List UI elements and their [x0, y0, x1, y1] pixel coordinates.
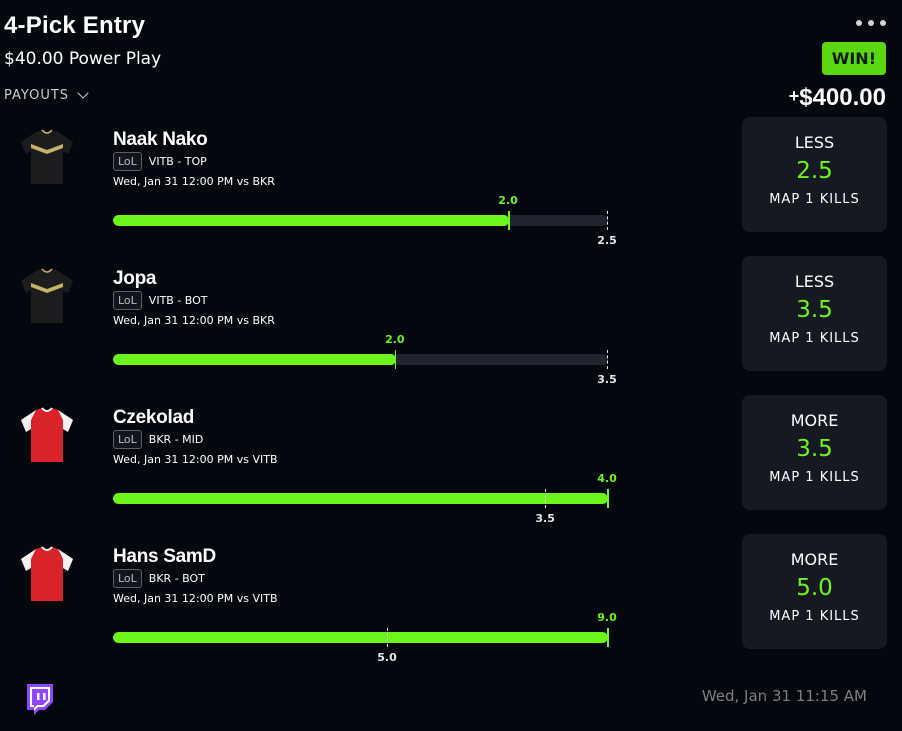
- team-position: BKR - MID: [148, 433, 204, 446]
- result-badge: WIN!: [821, 42, 886, 75]
- actual-label: 2.0: [498, 194, 518, 207]
- pick-value: 3.5: [796, 436, 833, 462]
- jersey-icon: [21, 407, 73, 462]
- progress-fill: [113, 632, 608, 643]
- pick-card[interactable]: LESS 3.5 MAP 1 KILLS: [742, 256, 887, 371]
- progress-bar: 4.0 3.5: [113, 472, 617, 525]
- more-options-icon[interactable]: [856, 20, 886, 26]
- jersey-icon: [21, 546, 73, 601]
- game-info: Wed, Jan 31 12:00 PM vs BKR: [113, 314, 275, 327]
- actual-marker: [394, 350, 397, 369]
- pick-stat: MAP 1 KILLS: [769, 609, 860, 624]
- player-name: Hans SamD: [113, 546, 216, 567]
- progress-fill: [113, 354, 396, 365]
- pick-value: 2.5: [796, 158, 833, 184]
- pick-row: Hans SamD LoL BKR - BOT Wed, Jan 31 12:00…: [0, 534, 902, 684]
- actual-label: 2.0: [385, 333, 405, 346]
- line-marker: [545, 489, 547, 508]
- game-info: Wed, Jan 31 12:00 PM vs VITB: [113, 453, 278, 466]
- league-badge: LoL: [113, 430, 142, 449]
- pick-direction: MORE: [790, 411, 839, 430]
- pick-stat: MAP 1 KILLS: [769, 192, 860, 207]
- entry-title: 4-Pick Entry: [4, 12, 146, 39]
- progress-bar: 2.0 3.5: [113, 333, 617, 386]
- entry-timestamp: Wed, Jan 31 11:15 AM: [701, 687, 867, 705]
- progress-bar: 2.0 2.5: [113, 194, 617, 247]
- actual-marker: [607, 628, 609, 647]
- line-label: 2.5: [597, 234, 617, 247]
- payouts-toggle[interactable]: PAYOUTS: [4, 87, 89, 103]
- player-name: Czekolad: [113, 407, 195, 428]
- pick-card[interactable]: MORE 3.5 MAP 1 KILLS: [742, 395, 887, 510]
- twitch-icon[interactable]: [24, 683, 54, 716]
- line-marker: [387, 628, 388, 647]
- league-badge: LoL: [113, 291, 142, 310]
- line-label: 3.5: [597, 373, 617, 386]
- jersey-icon: [21, 129, 73, 184]
- winnings-value: $400.00: [799, 84, 886, 111]
- pick-card[interactable]: MORE 5.0 MAP 1 KILLS: [742, 534, 887, 649]
- team-position: BKR - BOT: [148, 572, 205, 585]
- league-badge: LoL: [113, 569, 142, 588]
- line-marker: [607, 211, 608, 230]
- pick-stat: MAP 1 KILLS: [769, 331, 860, 346]
- actual-marker: [508, 211, 510, 230]
- actual-label: 4.0: [597, 472, 617, 485]
- line-label: 5.0: [377, 651, 397, 664]
- winnings-sign: +: [788, 86, 800, 106]
- progress-fill: [113, 215, 509, 226]
- team-position: VITB - TOP: [148, 155, 207, 168]
- team-position: VITB - BOT: [148, 294, 208, 307]
- pick-direction: MORE: [790, 550, 839, 569]
- player-name: Jopa: [113, 268, 157, 289]
- pick-row: Jopa LoL VITB - BOT Wed, Jan 31 12:00 PM …: [0, 256, 902, 406]
- line-label: 3.5: [535, 512, 555, 525]
- winnings-amount: +$400.00: [789, 84, 886, 112]
- pick-value: 5.0: [796, 575, 833, 601]
- entry-subtitle: $40.00 Power Play: [4, 49, 162, 69]
- pick-value: 3.5: [796, 297, 833, 323]
- pick-direction: LESS: [794, 272, 835, 291]
- game-info: Wed, Jan 31 12:00 PM vs BKR: [113, 175, 275, 188]
- actual-label: 9.0: [597, 611, 617, 624]
- game-info: Wed, Jan 31 12:00 PM vs VITB: [113, 592, 278, 605]
- league-badge: LoL: [113, 152, 142, 171]
- line-marker: [607, 350, 608, 369]
- pick-stat: MAP 1 KILLS: [769, 470, 860, 485]
- pick-direction: LESS: [794, 133, 835, 152]
- pick-row: Czekolad LoL BKR - MID Wed, Jan 31 12:00 …: [0, 395, 902, 545]
- pick-row: Naak Nako LoL VITB - TOP Wed, Jan 31 12:0…: [0, 117, 902, 267]
- jersey-icon: [21, 268, 73, 323]
- progress-fill: [113, 493, 608, 504]
- player-name: Naak Nako: [113, 129, 208, 150]
- pick-card[interactable]: LESS 2.5 MAP 1 KILLS: [742, 117, 887, 232]
- progress-bar: 9.0 5.0: [113, 611, 617, 664]
- payouts-label: PAYOUTS: [4, 88, 70, 103]
- actual-marker: [607, 489, 609, 508]
- chevron-down-icon: [77, 87, 89, 99]
